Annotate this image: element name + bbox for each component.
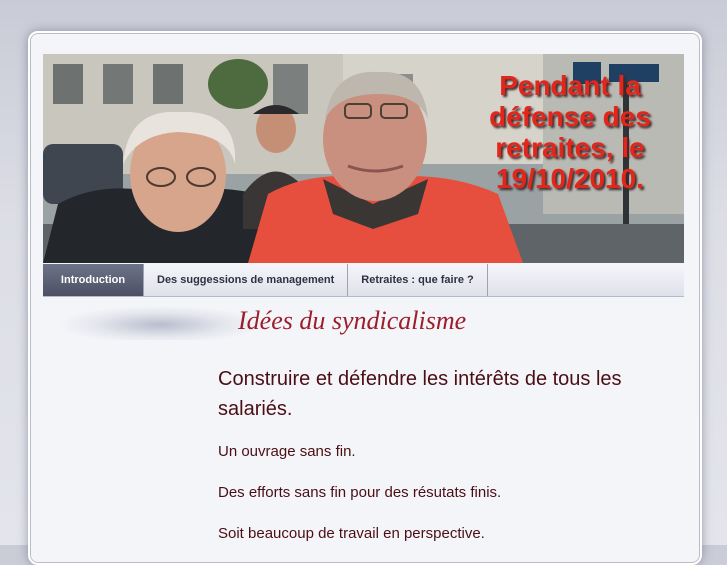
- paragraph: Un ouvrage sans fin.: [218, 443, 356, 460]
- paragraph: Des efforts sans fin pour des résutats f…: [218, 484, 502, 501]
- lead-text: Construire et défendre les intérêts de t…: [218, 368, 622, 420]
- main-nav: Introduction Des suggessions de manageme…: [43, 264, 684, 297]
- paragraph: Soit beaucoup de travail en perspective.: [218, 525, 485, 542]
- banner-caption: Pendant la défense des retraites, le 19/…: [489, 70, 651, 194]
- nav-item-retraites[interactable]: Retraites : que faire ?: [348, 264, 488, 296]
- title-decoration: [60, 306, 260, 340]
- nav-item-introduction[interactable]: Introduction: [43, 264, 144, 296]
- nav-item-management[interactable]: Des suggessions de management: [144, 264, 349, 296]
- page-title: Idées du syndicalisme: [238, 306, 467, 335]
- header-banner-photo: Pendant la défense des retraites, le 19/…: [43, 54, 684, 263]
- main-content: Construire et défendre les intérêts de t…: [218, 364, 678, 565]
